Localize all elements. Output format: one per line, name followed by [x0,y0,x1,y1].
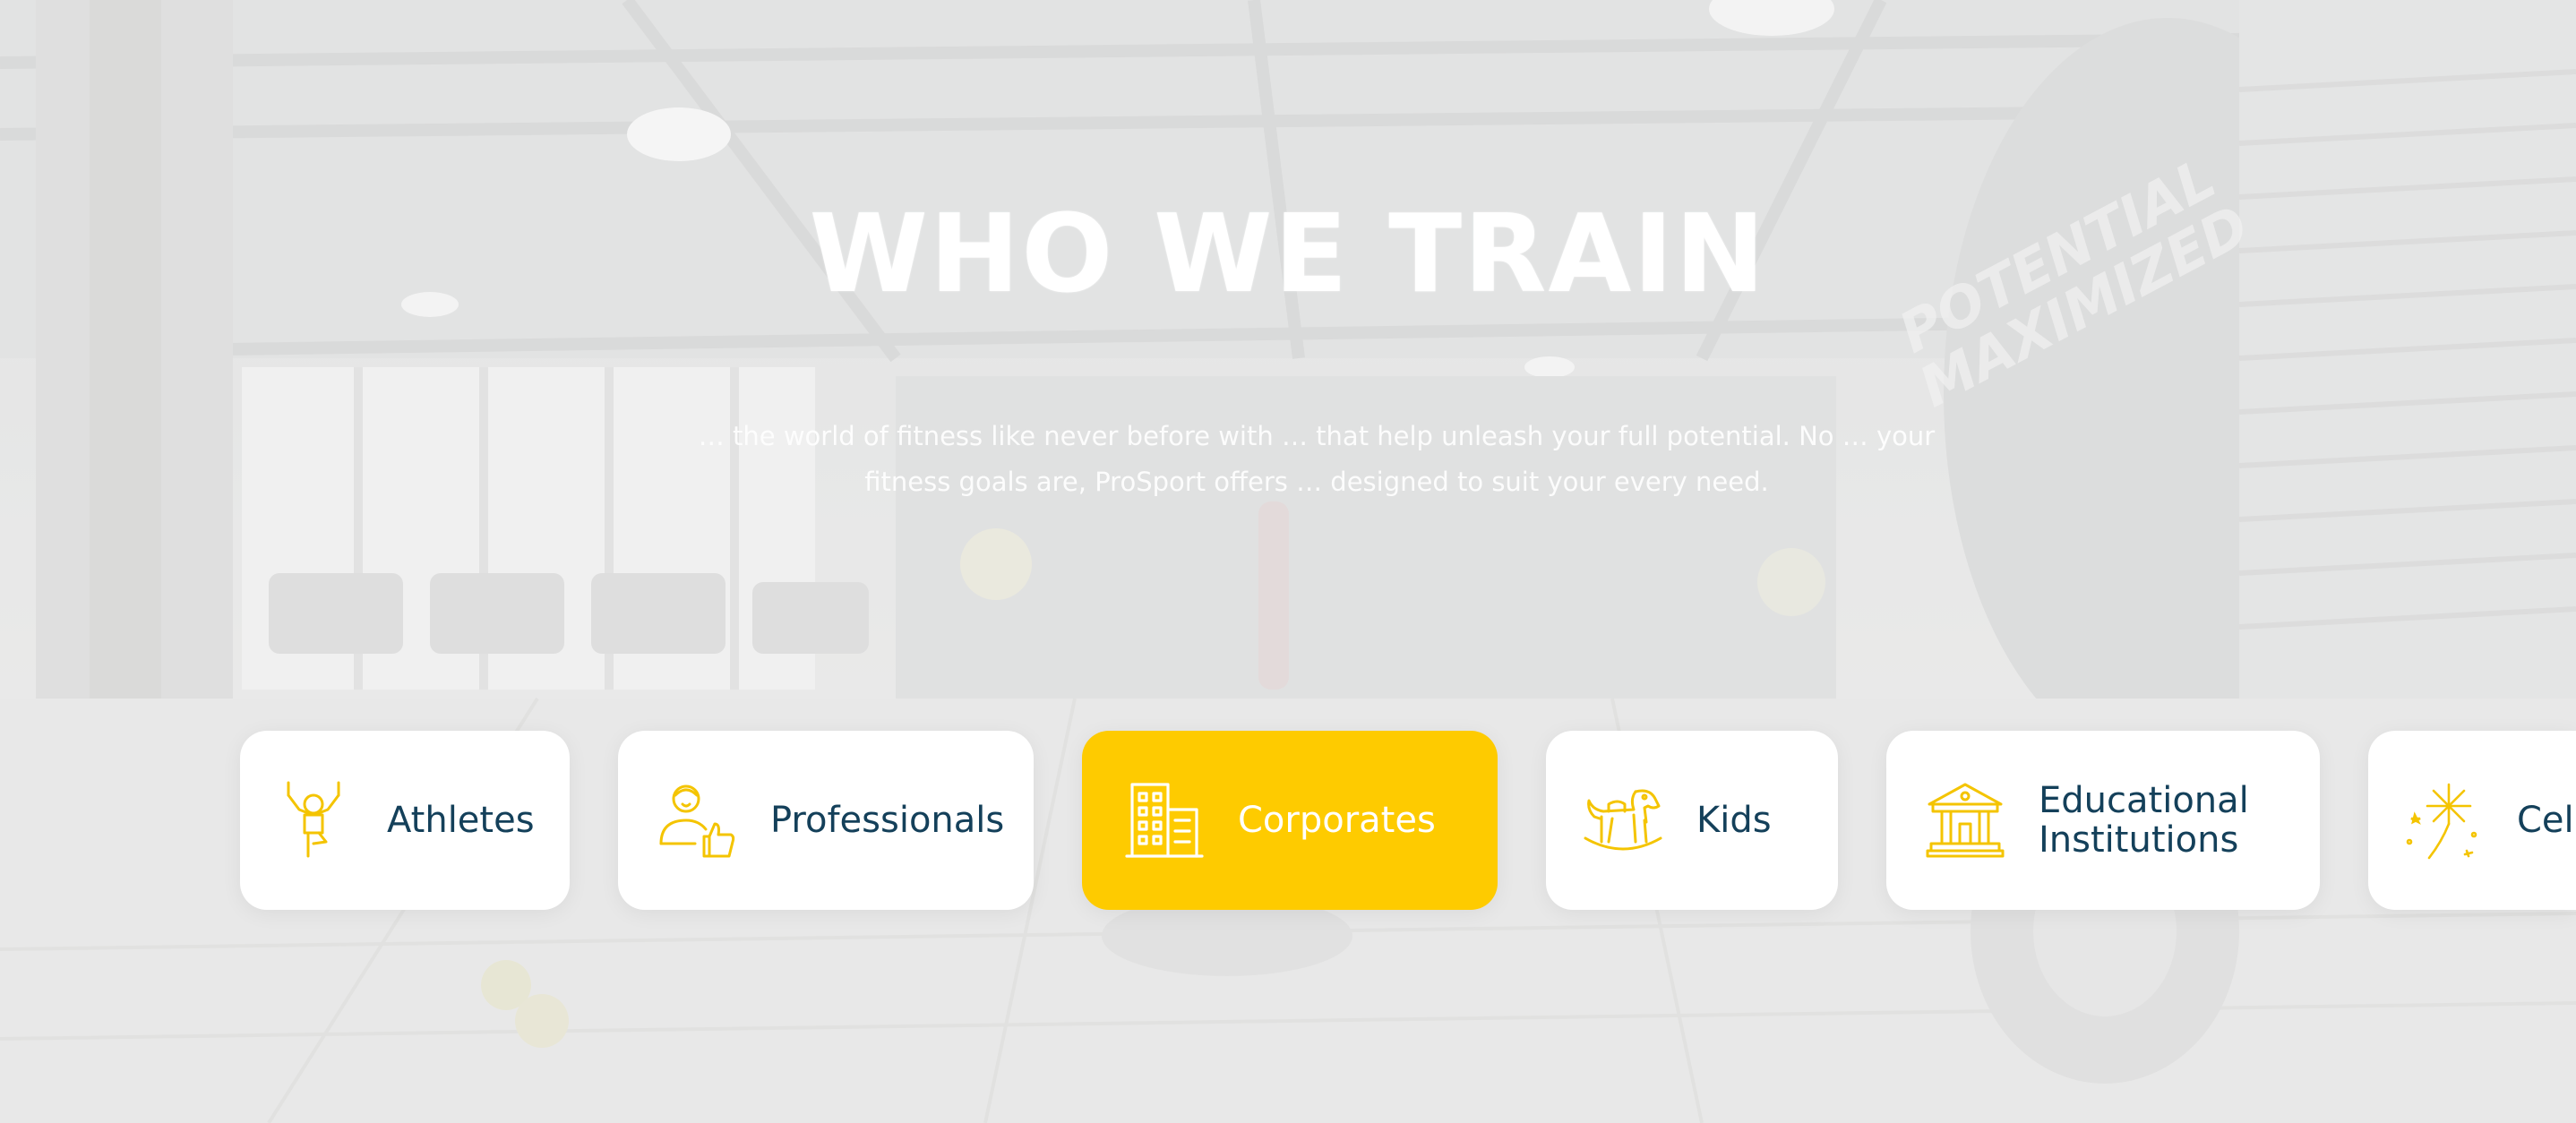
professional-thumbs-up-icon [656,779,738,862]
section-title: WHO WE TRAIN [809,193,1767,317]
category-card-kids[interactable]: Kids [1546,731,1838,910]
fireworks-icon [2402,779,2485,862]
category-card-professionals[interactable]: Professionals [618,731,1034,910]
athlete-icon [272,779,355,862]
rocking-horse-icon [1582,779,1664,862]
category-label: Professionals [770,800,1005,841]
background-overlay [0,0,2576,1123]
category-card-corporates[interactable]: Corporates [1082,731,1498,910]
hero-background-image: POTENTIAL MAXIMIZED [0,0,2576,1123]
category-label-line-2: Institutions [2039,819,2239,861]
category-label: Cel [2517,800,2574,841]
category-label: Corporates [1238,800,1436,841]
office-building-icon [1123,779,1206,862]
category-card-educational-institutions[interactable]: Educational Institutions [1886,731,2320,910]
category-label: Athletes [387,800,535,841]
category-card-athletes[interactable]: Athletes [240,731,570,910]
category-label: Educational Institutions [2039,781,2249,860]
category-label: Kids [1696,800,1772,841]
category-label-line-1: Educational [2039,780,2249,821]
category-card-celebrities[interactable]: Cel [2368,731,2576,910]
section-description: … the world of fitness like never before… [698,421,1936,497]
institution-building-icon [1924,779,2006,862]
